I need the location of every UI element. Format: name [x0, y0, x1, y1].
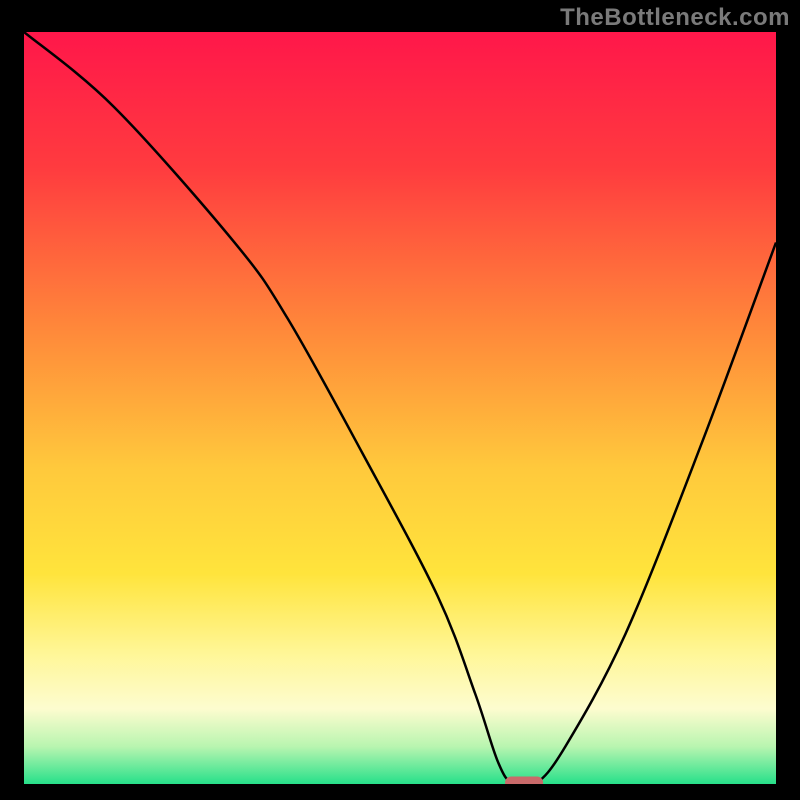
plot-area	[24, 32, 776, 784]
watermark-text: TheBottleneck.com	[560, 4, 790, 32]
gradient-background	[24, 32, 776, 784]
optimal-marker	[505, 777, 543, 785]
chart-svg	[24, 32, 776, 784]
chart-container: TheBottleneck.com	[0, 0, 800, 800]
